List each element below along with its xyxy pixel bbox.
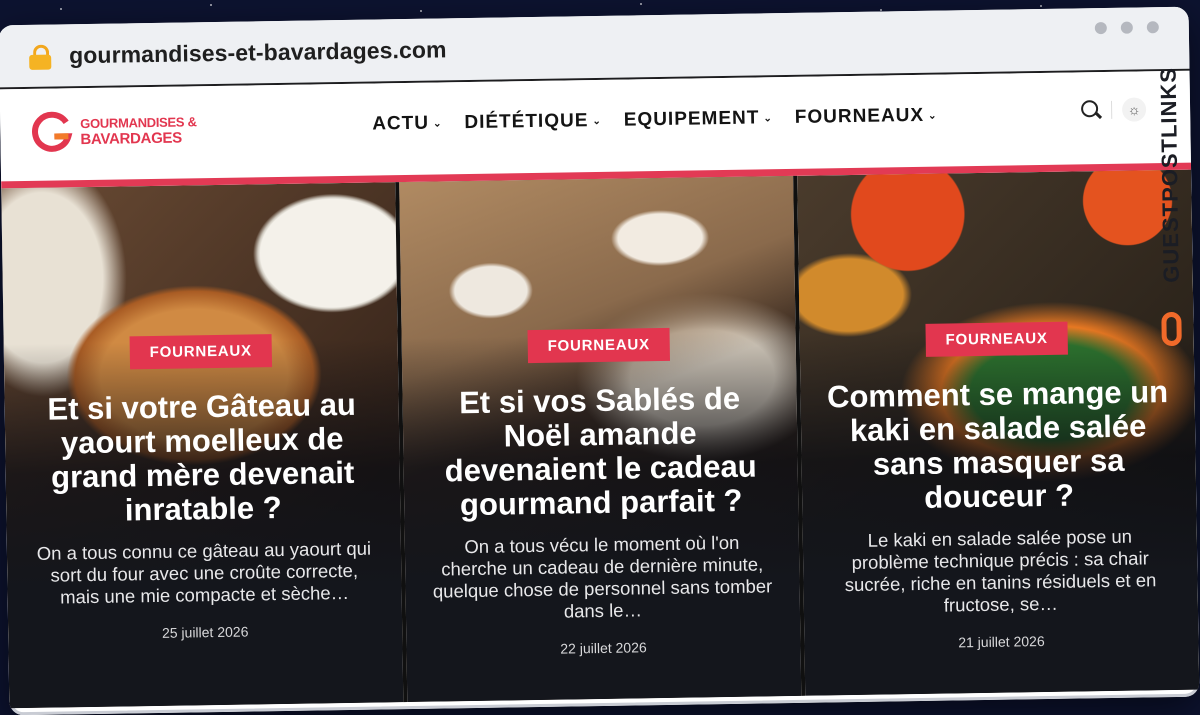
article-excerpt: On a tous vécu le moment où l'on cherche… [432,531,773,622]
link-icon [1161,311,1182,347]
category-badge[interactable]: FOURNEAUX [527,327,671,364]
chevron-down-icon: ⌄ [432,117,443,130]
nav-item-actu[interactable]: ACTU ⌄ [372,112,443,135]
article-card[interactable]: FOURNEAUX Et si votre Gâteau au yaourt m… [1,182,408,709]
theme-toggle-icon[interactable]: ☼ [1121,97,1147,122]
guestpostlinks-watermark: GUESTPOSTLINKS [1151,67,1190,367]
nav-item-dietetique[interactable]: DIÉTÉTIQUE ⌄ [464,110,602,134]
chevron-down-icon: ⌄ [763,112,773,124]
nav-item-fourneaux[interactable]: FOURNEAUX ⌄ [795,105,938,129]
nav-label: EQUIPEMENT [623,107,760,131]
nav-label: DIÉTÉTIQUE [464,110,589,134]
window-dot-icon[interactable] [1120,21,1133,34]
watermark-text: GUESTPOSTLINKS [1155,66,1184,283]
logo-line-2: BAVARDAGES [80,129,183,149]
chevron-down-icon: ⌄ [928,110,938,122]
article-excerpt: On a tous connu ce gâteau au yaourt qui … [36,537,372,608]
site-header: GOURMANDISES & BAVARDAGES ACTU ⌄ DIÉTÉTI… [0,70,1192,189]
window-dot-icon[interactable] [1094,21,1107,35]
nav-label: ACTU [372,112,430,135]
nav-item-equipement[interactable]: EQUIPEMENT ⌄ [624,107,773,131]
category-badge[interactable]: FOURNEAUX [925,321,1069,357]
article-title[interactable]: Et si vos Sablés de Noël amande devenaie… [428,381,772,522]
main-nav: ACTU ⌄ DIÉTÉTIQUE ⌄ EQUIPEMENT ⌄ FOURNEA… [372,105,938,136]
divider [1110,100,1113,119]
logo-g-icon [32,111,73,152]
nav-label: FOURNEAUX [794,104,925,128]
lock-icon [29,44,52,70]
article-title[interactable]: Et si votre Gâteau au yaourt moelleux de… [30,387,374,529]
window-controls [1094,21,1159,35]
chevron-down-icon: ⌄ [592,115,602,127]
article-title[interactable]: Comment se mange un kaki en salade salée… [826,374,1170,516]
site-logo[interactable]: GOURMANDISES & BAVARDAGES [30,108,197,155]
article-card[interactable]: FOURNEAUX Et si vos Sablés de Noël amand… [399,175,806,703]
article-card[interactable]: FOURNEAUX Comment se mange un kaki en sa… [797,169,1200,696]
category-badge[interactable]: FOURNEAUX [129,334,273,370]
article-excerpt: Le kaki en salade salée pose un problème… [844,525,1157,616]
window-dot-icon[interactable] [1146,21,1159,34]
header-tools: ☼ [1080,97,1147,122]
featured-articles: FOURNEAUX Et si votre Gâteau au yaourt m… [1,169,1200,709]
url-text[interactable]: gourmandises-et-bavardages.com [69,36,447,69]
browser-window: gourmandises-et-bavardages.com GOURMANDI… [0,6,1200,715]
search-icon[interactable] [1080,100,1103,120]
